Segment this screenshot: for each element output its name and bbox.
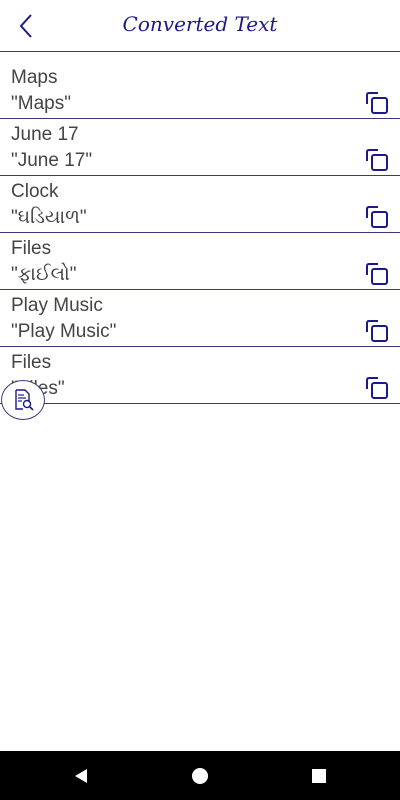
converted-text: "ઘડિયાળ" <box>11 207 87 228</box>
nav-back-icon <box>75 769 87 783</box>
copy-icon <box>366 263 388 285</box>
list-item: Files "ફાઈલો" <box>0 233 400 290</box>
system-nav-bar <box>0 751 400 800</box>
converted-text: "ફાઈલો" <box>11 264 77 285</box>
copy-icon <box>366 149 388 171</box>
header-divider <box>0 51 400 52</box>
copy-button[interactable] <box>364 261 390 287</box>
source-text: Clock <box>11 181 59 202</box>
list-item: Files "Files" <box>0 347 400 404</box>
list-item: Clock "ઘડિયાળ" <box>0 176 400 233</box>
copy-button[interactable] <box>364 318 390 344</box>
nav-recents-button[interactable] <box>306 763 332 789</box>
scan-document-button[interactable] <box>1 380 45 420</box>
converted-text: "Maps" <box>11 93 71 114</box>
source-text: Files <box>11 352 52 373</box>
nav-back-button[interactable] <box>68 763 94 789</box>
nav-home-icon <box>192 768 208 784</box>
page-title: Converted Text <box>122 12 278 36</box>
copy-button[interactable] <box>364 90 390 116</box>
source-text: Maps <box>11 67 58 88</box>
list-item: Maps "Maps" <box>0 62 400 119</box>
copy-button[interactable] <box>364 375 390 401</box>
app-header: Converted Text <box>0 0 400 52</box>
copy-icon <box>366 92 388 114</box>
converted-text: "Play Music" <box>11 321 117 342</box>
copy-icon <box>366 320 388 342</box>
copy-button[interactable] <box>364 204 390 230</box>
list-item: June 17 "June 17" <box>0 119 400 176</box>
nav-home-button[interactable] <box>187 763 213 789</box>
converted-text: "June 17" <box>11 150 93 171</box>
source-text: June 17 <box>11 124 79 145</box>
source-text: Play Music <box>11 295 103 316</box>
copy-icon <box>366 377 388 399</box>
nav-recents-icon <box>312 769 326 783</box>
list-item: Play Music "Play Music" <box>0 290 400 347</box>
copy-button[interactable] <box>364 147 390 173</box>
document-search-icon <box>15 389 34 411</box>
source-text: Files <box>11 238 52 259</box>
copy-icon <box>366 206 388 228</box>
converted-text-list: Maps "Maps" June 17 "June 17" Clock "ઘડિ… <box>0 62 400 404</box>
